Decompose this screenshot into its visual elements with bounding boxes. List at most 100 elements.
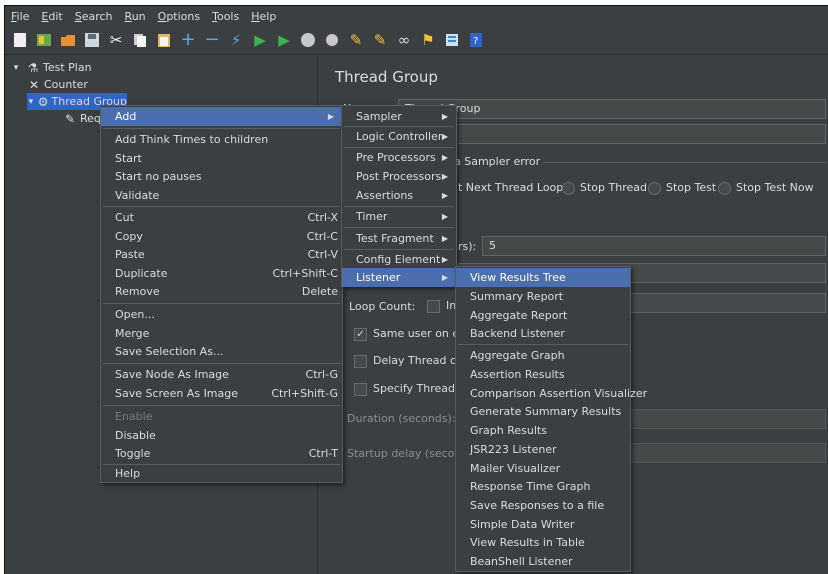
submenu-item-assertions[interactable]: Assertions ▶ xyxy=(342,186,456,205)
tree-label: Test Plan xyxy=(43,61,92,74)
new-icon[interactable] xyxy=(11,31,29,49)
menu-edit[interactable]: Edit xyxy=(35,10,68,23)
chevron-down-icon[interactable]: ▾ xyxy=(27,95,35,109)
listener-item-simple-data-writer[interactable]: Simple Data Writer xyxy=(456,515,630,534)
save-icon[interactable] xyxy=(83,31,101,49)
listener-item-view-results-tree[interactable]: View Results Tree xyxy=(456,268,630,287)
clear-icon[interactable]: ✎ xyxy=(347,31,365,49)
listener-item-backend-listener[interactable]: Backend Listener xyxy=(456,324,630,343)
submenu-item-listener[interactable]: Listener ▶ xyxy=(342,268,456,287)
listener-item-view-results-table[interactable]: View Results in Table xyxy=(456,533,630,552)
radio-icon xyxy=(648,181,661,195)
toggle-icon[interactable]: ⚡ xyxy=(227,31,245,49)
listener-item-graph-results[interactable]: Graph Results xyxy=(456,421,630,440)
submenu-item-sampler[interactable]: Sampler ▶ xyxy=(342,107,456,126)
comments-field[interactable] xyxy=(398,124,826,144)
menu-item-open[interactable]: Open... xyxy=(101,305,342,324)
listener-item-response-time-graph[interactable]: Response Time Graph xyxy=(456,477,630,496)
paste-icon[interactable] xyxy=(155,31,173,49)
listener-item-generate-summary[interactable]: Generate Summary Results xyxy=(456,402,630,421)
menu-options[interactable]: Options xyxy=(152,10,206,23)
next-thread-loop-option[interactable]: t Next Thread Loop xyxy=(458,181,563,194)
listener-item-summary-report[interactable]: Summary Report xyxy=(456,287,630,306)
copy-icon[interactable] xyxy=(131,31,149,49)
menu-item-save-node-image[interactable]: Save Node As Image Ctrl-G xyxy=(101,365,342,384)
menu-item-remove[interactable]: Remove Delete xyxy=(101,282,342,301)
menu-item-add[interactable]: Add ▶ xyxy=(101,107,342,126)
page-title: Thread Group xyxy=(335,68,438,86)
submenu-item-logic-controller[interactable]: Logic Controller ▶ xyxy=(342,127,456,146)
menu-item-add-think-times[interactable]: Add Think Times to children xyxy=(101,130,342,149)
menu-item-copy[interactable]: Copy Ctrl-C xyxy=(101,227,342,246)
expand-icon[interactable]: + xyxy=(179,31,197,49)
listener-item-save-responses[interactable]: Save Responses to a file xyxy=(456,496,630,515)
function-helper-icon[interactable] xyxy=(443,31,461,49)
menu-item-save-selection[interactable]: Save Selection As... xyxy=(101,342,342,361)
submenu-item-pre-processors[interactable]: Pre Processors ▶ xyxy=(342,148,456,167)
listener-item-beanshell[interactable]: BeanShell Listener xyxy=(456,552,630,571)
listener-item-aggregate-graph[interactable]: Aggregate Graph xyxy=(456,346,630,365)
shutdown-icon[interactable] xyxy=(323,31,341,49)
tree-node-counter[interactable]: ✕ Counter xyxy=(27,76,88,93)
search-icon[interactable]: ∞ xyxy=(395,31,413,49)
menu-item-start[interactable]: Start xyxy=(101,149,342,168)
submenu-item-timer[interactable]: Timer ▶ xyxy=(342,207,456,226)
menu-item-start-no-pauses[interactable]: Start no pauses xyxy=(101,167,342,186)
listener-item-comparison-assertion[interactable]: Comparison Assertion Visualizer xyxy=(456,384,647,403)
chevron-right-icon: ▶ xyxy=(441,212,448,221)
tree-node-request[interactable]: ✎ Req xyxy=(63,110,101,127)
help-icon[interactable]: ? xyxy=(467,31,485,49)
chevron-right-icon: ▶ xyxy=(441,255,448,264)
radio-icon xyxy=(718,181,731,195)
counter-icon: ✕ xyxy=(28,77,40,92)
collapse-icon[interactable]: − xyxy=(203,31,221,49)
templates-icon[interactable] xyxy=(35,31,53,49)
clear-all-icon[interactable]: ✎ xyxy=(371,31,389,49)
menu-item-merge[interactable]: Merge xyxy=(101,324,342,343)
submenu-item-config-element[interactable]: Config Element ▶ xyxy=(342,250,456,269)
menu-item-help[interactable]: Help xyxy=(101,464,342,483)
menu-item-paste[interactable]: Paste Ctrl-V xyxy=(101,245,342,264)
menu-search[interactable]: Search xyxy=(69,10,119,23)
menu-help[interactable]: Help xyxy=(245,10,282,23)
menu-item-save-screen-image[interactable]: Save Screen As Image Ctrl+Shift-G xyxy=(101,384,342,403)
add-submenu: Sampler ▶ Logic Controller ▶ Pre Processor… xyxy=(341,105,457,287)
stop-test-option[interactable]: Stop Test xyxy=(648,181,716,195)
menu-run[interactable]: Run xyxy=(119,10,152,23)
name-field[interactable]: Thread Group xyxy=(398,99,826,119)
chevron-right-icon: ▶ xyxy=(441,112,448,121)
submenu-item-post-processors[interactable]: Post Processors ▶ xyxy=(342,167,456,186)
tree-label: Req xyxy=(80,112,101,125)
listener-item-mailer[interactable]: Mailer Visualizer xyxy=(456,459,630,478)
chevron-right-icon: ▶ xyxy=(441,234,448,243)
stop-test-now-option[interactable]: Stop Test Now xyxy=(718,181,814,195)
menu-file[interactable]: File xyxy=(5,10,35,23)
checkbox-icon xyxy=(354,382,367,396)
chevron-right-icon: ▶ xyxy=(441,153,448,162)
menu-item-toggle[interactable]: Toggle Ctrl-T xyxy=(101,444,342,463)
menu-item-duplicate[interactable]: Duplicate Ctrl+Shift-C xyxy=(101,264,342,283)
start-icon[interactable]: ▶ xyxy=(251,31,269,49)
menu-tools[interactable]: Tools xyxy=(206,10,245,23)
submenu-item-test-fragment[interactable]: Test Fragment ▶ xyxy=(342,229,456,248)
users-label: rs): xyxy=(458,240,477,253)
menu-separator xyxy=(103,303,340,304)
listener-item-jsr223[interactable]: JSR223 Listener xyxy=(456,440,630,459)
menu-separator xyxy=(103,128,340,129)
stop-thread-option[interactable]: Stop Thread xyxy=(562,181,647,195)
start-no-pauses-icon[interactable]: ▶ xyxy=(275,31,293,49)
cut-icon[interactable]: ✂ xyxy=(107,31,125,49)
listener-item-assertion-results[interactable]: Assertion Results xyxy=(456,365,630,384)
chevron-down-icon[interactable]: ▾ xyxy=(9,61,23,75)
tree-label: Counter xyxy=(44,78,88,91)
users-field[interactable]: 5 xyxy=(482,236,826,256)
reset-search-icon[interactable]: ⚑ xyxy=(419,31,437,49)
stop-icon[interactable] xyxy=(299,31,317,49)
tree-node-test-plan[interactable]: ▾ ⚗ Test Plan xyxy=(9,59,92,76)
menu-item-validate[interactable]: Validate xyxy=(101,186,342,205)
menu-item-cut[interactable]: Cut Ctrl-X xyxy=(101,208,342,227)
menu-item-disable[interactable]: Disable xyxy=(101,426,342,445)
open-icon[interactable] xyxy=(59,31,77,49)
listener-item-aggregate-report[interactable]: Aggregate Report xyxy=(456,306,630,325)
checkbox-icon xyxy=(354,354,367,368)
